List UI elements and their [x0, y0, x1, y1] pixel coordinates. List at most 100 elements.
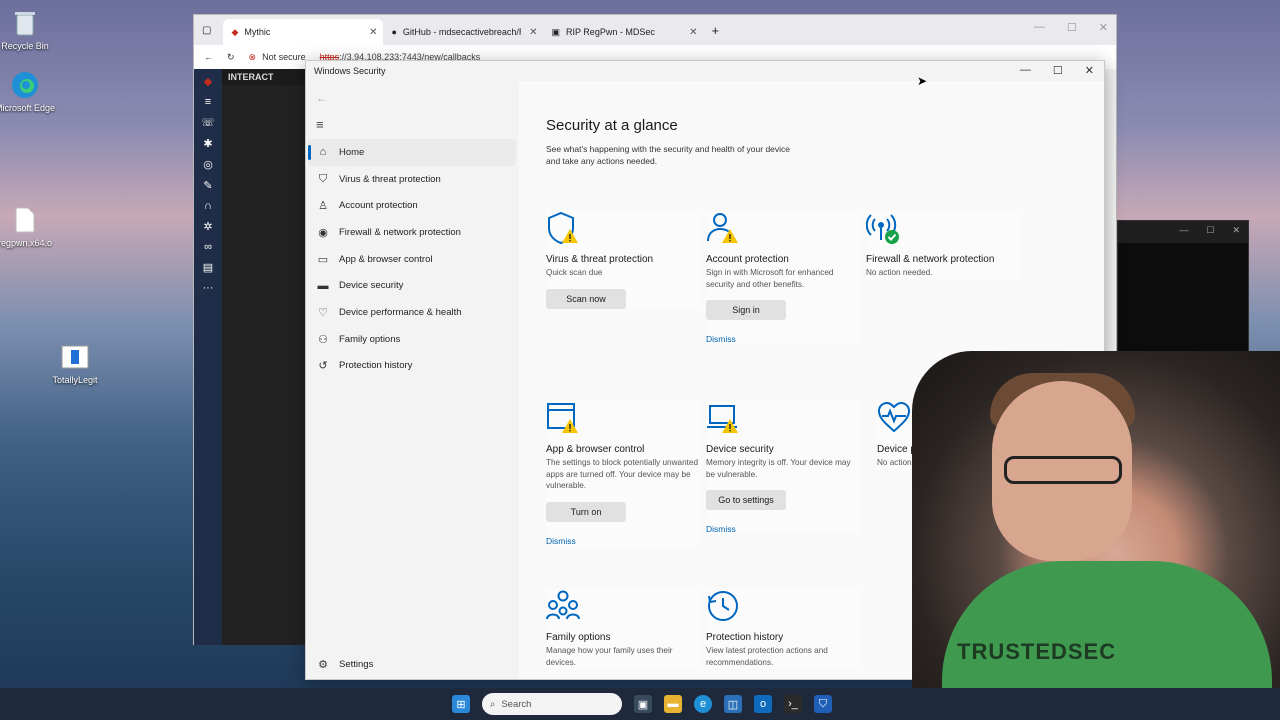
- dismiss-link[interactable]: Dismiss: [706, 334, 861, 344]
- turn-on-button[interactable]: Turn on: [546, 501, 626, 522]
- nav-item-home[interactable]: ⌂ Home: [308, 139, 516, 166]
- dismiss-link[interactable]: Dismiss: [546, 536, 701, 546]
- nav-item-account[interactable]: ♙ Account protection: [308, 192, 516, 219]
- pencil-icon[interactable]: ✎: [203, 179, 212, 192]
- go-to-settings-button[interactable]: Go to settings: [706, 490, 786, 510]
- nav-item-settings[interactable]: ⚙ Settings: [316, 658, 373, 671]
- laptop-warning-icon: [706, 401, 740, 435]
- mythic-logo-icon: ◆: [203, 76, 213, 88]
- hamburger-menu-icon[interactable]: ≡: [316, 117, 324, 132]
- shield-icon: ⛉: [318, 172, 328, 185]
- link-icon[interactable]: ∞: [204, 241, 212, 253]
- mythic-main-panel: INTERACT: [222, 69, 306, 645]
- close-icon[interactable]: ✕: [1232, 225, 1240, 239]
- minimize-icon[interactable]: —: [1179, 225, 1188, 239]
- card-virus-threat[interactable]: Virus & threat protection Quick scan due…: [546, 211, 701, 309]
- nav-item-app-browser[interactable]: ▭ App & browser control: [308, 246, 516, 273]
- wifi-ok-icon: [865, 211, 900, 245]
- desktop-icon-regpwn[interactable]: regpwn.x64.o: [0, 205, 60, 248]
- outlook-icon[interactable]: o: [754, 695, 772, 713]
- nav-list: ⌂ Home ⛉ Virus & threat protection ♙ Acc…: [308, 139, 516, 379]
- chart-icon[interactable]: ▤: [203, 261, 213, 274]
- file-explorer-icon[interactable]: ▬: [664, 695, 682, 713]
- card-description: Memory integrity is off. Your device may…: [706, 458, 851, 479]
- back-icon[interactable]: ←: [316, 91, 328, 105]
- nav-item-device-performance[interactable]: ♡ Device performance & health: [308, 299, 516, 326]
- card-protection-history[interactable]: Protection history View latest protectio…: [706, 589, 861, 668]
- minimize-icon[interactable]: —: [1020, 64, 1031, 77]
- nav-item-family[interactable]: ⚇ Family options: [308, 326, 516, 353]
- security-warning[interactable]: ⊗ Not secure: [249, 52, 306, 63]
- tab-title: GitHub - mdsecactivebreach/Reg: [402, 27, 521, 37]
- task-view-icon[interactable]: ▣: [634, 695, 652, 713]
- minimize-icon[interactable]: —: [1034, 21, 1045, 34]
- close-icon[interactable]: ✕: [369, 27, 377, 38]
- taskbar: ⊞ ⌕ Search ▣ ▬ e ◫ o ›_ ⛉: [0, 688, 1280, 720]
- card-description: No action needed.: [866, 268, 933, 277]
- tab-github[interactable]: ● GitHub - mdsecactivebreach/Reg ✕: [383, 19, 543, 45]
- card-title: Device performance & health: [877, 444, 917, 455]
- gear-icon[interactable]: ✲: [203, 220, 212, 233]
- nav-item-label: Account protection: [339, 200, 418, 212]
- phone-icon[interactable]: ☏: [201, 116, 215, 129]
- nav-item-virus-threat[interactable]: ⛉ Virus & threat protection: [308, 166, 516, 193]
- taskbar-search[interactable]: ⌕ Search: [482, 693, 622, 715]
- close-icon[interactable]: ✕: [1099, 21, 1108, 34]
- new-tab-button[interactable]: +: [711, 23, 719, 38]
- shirt-text: TRUSTEDSEC: [957, 639, 1117, 664]
- nav-item-protection-history[interactable]: ↺ Protection history: [308, 353, 516, 380]
- menu-icon[interactable]: ≡: [205, 96, 211, 108]
- store-icon[interactable]: ◫: [724, 695, 742, 713]
- mouse-cursor-icon: ➤: [917, 74, 928, 88]
- window-titlebar: Windows Security — ☐ ✕: [306, 61, 1104, 81]
- maximize-icon[interactable]: ☐: [1053, 64, 1063, 77]
- tab-mdsec[interactable]: ▣ RIP RegPwn - MDSec ✕: [543, 19, 703, 45]
- card-family-options[interactable]: Family options Manage how your family us…: [546, 589, 701, 668]
- windows-security-icon[interactable]: ⛉: [814, 695, 832, 713]
- card-app-browser[interactable]: App & browser control The settings to bl…: [546, 401, 701, 546]
- terminal-icon[interactable]: ›_: [784, 695, 802, 713]
- maximize-icon[interactable]: ☐: [1067, 21, 1077, 34]
- card-account-protection[interactable]: Account protection Sign in with Microsof…: [706, 211, 861, 344]
- card-description: View latest protection actions and recom…: [706, 646, 828, 667]
- maximize-icon[interactable]: ☐: [1206, 225, 1214, 239]
- nav-item-firewall[interactable]: ◉ Firewall & network protection: [308, 219, 516, 246]
- window-controls: — ☐ ✕: [1020, 64, 1094, 77]
- card-title: Account protection: [706, 254, 789, 265]
- edge-icon[interactable]: e: [694, 695, 712, 713]
- headphones-icon[interactable]: ∩: [204, 200, 212, 212]
- mythic-panel-title: INTERACT: [222, 69, 306, 85]
- card-description: Sign in with Microsoft for enhanced secu…: [706, 268, 834, 289]
- bug-icon[interactable]: ✱: [203, 137, 212, 150]
- target-icon[interactable]: ◎: [203, 158, 213, 171]
- close-icon[interactable]: ✕: [529, 27, 537, 38]
- desktop-icon-recycle-bin[interactable]: Recycle Bin: [0, 8, 60, 51]
- security-warning-text: Not secure: [262, 52, 306, 62]
- card-description: The settings to block potentially unwant…: [546, 458, 699, 490]
- scan-now-button[interactable]: Scan now: [546, 288, 626, 309]
- tab-title: RIP RegPwn - MDSec: [565, 27, 655, 37]
- desktop-icon-totallylegit[interactable]: TotallyLegit: [40, 342, 110, 385]
- more-icon[interactable]: ···: [203, 282, 214, 294]
- close-icon[interactable]: ✕: [689, 27, 697, 38]
- nav-item-device-security[interactable]: ▬ Device security: [308, 272, 516, 299]
- page-title: Security at a glance: [546, 117, 678, 134]
- tab-mythic[interactable]: ◆ Mythic ✕: [223, 19, 384, 45]
- person-warning-icon: [706, 211, 740, 245]
- search-icon: ⌕: [490, 698, 496, 710]
- windows-start-icon[interactable]: ⊞: [452, 695, 470, 713]
- desktop-icon-edge[interactable]: Microsoft Edge: [0, 70, 60, 113]
- card-title: Device security: [706, 444, 774, 455]
- card-title: Virus & threat protection: [546, 254, 654, 265]
- nav-item-label: Device performance & health: [339, 306, 462, 318]
- dismiss-link[interactable]: Dismiss: [706, 524, 861, 534]
- refresh-icon[interactable]: ↻: [227, 52, 235, 63]
- window-title: Windows Security: [314, 66, 386, 76]
- back-icon[interactable]: ←: [204, 52, 213, 62]
- card-device-health[interactable]: Device performance & health No action ne…: [877, 401, 917, 469]
- card-firewall[interactable]: Firewall & network protection No action …: [865, 211, 1021, 279]
- sign-in-button[interactable]: Sign in: [706, 300, 786, 320]
- close-icon[interactable]: ✕: [1085, 64, 1094, 77]
- tab-actions-icon[interactable]: ▢: [202, 25, 211, 36]
- card-device-security[interactable]: Device security Memory integrity is off.…: [706, 401, 861, 534]
